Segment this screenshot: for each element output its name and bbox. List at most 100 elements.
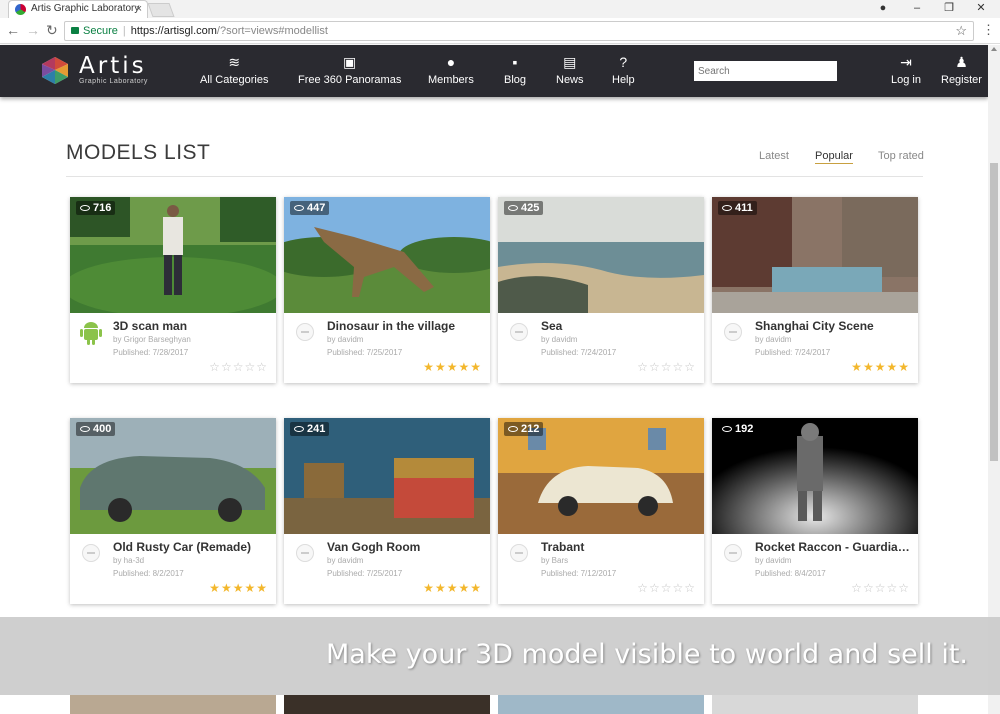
- new-tab-button[interactable]: [147, 3, 175, 17]
- star-icon[interactable]: ☆: [221, 360, 233, 374]
- nav-news[interactable]: ▤ News: [556, 53, 584, 86]
- star-icon[interactable]: ★: [470, 360, 482, 374]
- model-card[interactable]: 411 Shanghai City Scene by davidm Publis…: [712, 197, 918, 383]
- star-icon[interactable]: ☆: [233, 360, 245, 374]
- model-thumbnail[interactable]: 400: [70, 418, 276, 534]
- search-input[interactable]: [694, 61, 837, 81]
- star-icon[interactable]: ☆: [649, 581, 661, 595]
- star-icon[interactable]: ☆: [672, 581, 684, 595]
- register-button[interactable]: ♟ Register: [941, 53, 982, 86]
- model-thumbnail[interactable]: 447: [284, 197, 490, 313]
- profile-icon[interactable]: ●: [866, 0, 900, 16]
- star-icon[interactable]: ★: [470, 581, 482, 595]
- star-icon[interactable]: ☆: [637, 360, 649, 374]
- star-icon[interactable]: ☆: [851, 581, 863, 595]
- rating-stars[interactable]: ★★★★★: [423, 581, 482, 595]
- star-icon[interactable]: ☆: [256, 360, 268, 374]
- nav-all-categories[interactable]: ≋ All Categories: [200, 53, 268, 86]
- model-card[interactable]: 716 3D scan man by Grigor Barseghyan Pub…: [70, 197, 276, 383]
- model-title[interactable]: Sea: [541, 319, 699, 333]
- model-thumbnail[interactable]: 241: [284, 418, 490, 534]
- model-thumbnail[interactable]: 192: [712, 418, 918, 534]
- model-author[interactable]: by ha-3d: [113, 556, 144, 565]
- model-card[interactable]: 192 Rocket Raccon - Guardians of the Gal…: [712, 418, 918, 604]
- rating-stars[interactable]: ☆☆☆☆☆: [209, 360, 268, 374]
- browser-menu-icon[interactable]: ⋮: [982, 22, 995, 38]
- author-avatar[interactable]: [296, 323, 314, 341]
- rating-stars[interactable]: ★★★★★: [209, 581, 268, 595]
- scroll-up-icon[interactable]: [991, 47, 997, 51]
- star-icon[interactable]: ☆: [649, 360, 661, 374]
- model-title[interactable]: 3D scan man: [113, 319, 271, 333]
- star-icon[interactable]: ☆: [684, 360, 696, 374]
- model-author[interactable]: by Grigor Barseghyan: [113, 335, 191, 344]
- star-icon[interactable]: ★: [851, 360, 863, 374]
- star-icon[interactable]: ★: [863, 360, 875, 374]
- star-icon[interactable]: ★: [221, 581, 233, 595]
- author-avatar[interactable]: [510, 544, 528, 562]
- rating-stars[interactable]: ☆☆☆☆☆: [637, 581, 696, 595]
- star-icon[interactable]: ★: [423, 581, 435, 595]
- sort-latest[interactable]: Latest: [759, 150, 789, 162]
- model-author[interactable]: by davidm: [541, 335, 577, 344]
- star-icon[interactable]: ★: [233, 581, 245, 595]
- star-icon[interactable]: ☆: [672, 360, 684, 374]
- star-icon[interactable]: ☆: [875, 581, 887, 595]
- forward-icon[interactable]: →: [26, 22, 40, 38]
- model-author[interactable]: by davidm: [327, 556, 363, 565]
- star-icon[interactable]: ☆: [898, 581, 910, 595]
- star-icon[interactable]: ★: [886, 360, 898, 374]
- star-icon[interactable]: ★: [875, 360, 887, 374]
- model-title[interactable]: Van Gogh Room: [327, 540, 485, 554]
- back-icon[interactable]: ←: [6, 22, 20, 38]
- star-icon[interactable]: ★: [435, 581, 447, 595]
- model-thumbnail-partial[interactable]: [284, 695, 490, 714]
- star-icon[interactable]: ★: [435, 360, 447, 374]
- star-icon[interactable]: ☆: [863, 581, 875, 595]
- star-icon[interactable]: ★: [447, 581, 459, 595]
- restore-icon[interactable]: ❐: [932, 0, 966, 16]
- star-icon[interactable]: ★: [209, 581, 221, 595]
- star-icon[interactable]: ★: [423, 360, 435, 374]
- star-icon[interactable]: ☆: [661, 360, 673, 374]
- model-title[interactable]: Rocket Raccon - Guardians of the Galaxy: [755, 540, 913, 554]
- model-thumbnail[interactable]: 425: [498, 197, 704, 313]
- model-thumbnail[interactable]: 716: [70, 197, 276, 313]
- model-card[interactable]: 241 Van Gogh Room by davidm Published: 7…: [284, 418, 490, 604]
- star-icon[interactable]: ☆: [684, 581, 696, 595]
- author-avatar[interactable]: [82, 544, 100, 562]
- star-icon[interactable]: ☆: [244, 360, 256, 374]
- model-title[interactable]: Trabant: [541, 540, 699, 554]
- model-thumbnail[interactable]: 411: [712, 197, 918, 313]
- model-card[interactable]: 447 Dinosaur in the village by davidm Pu…: [284, 197, 490, 383]
- model-author[interactable]: by Bars: [541, 556, 568, 565]
- logo-title[interactable]: Artis: [79, 53, 147, 79]
- model-author[interactable]: by davidm: [755, 335, 791, 344]
- star-icon[interactable]: ★: [447, 360, 459, 374]
- star-icon[interactable]: ★: [256, 581, 268, 595]
- model-card[interactable]: 425 Sea by davidm Published: 7/24/2017 ☆…: [498, 197, 704, 383]
- scrollbar-thumb[interactable]: [990, 163, 998, 461]
- rating-stars[interactable]: ★★★★★: [851, 360, 910, 374]
- model-title[interactable]: Old Rusty Car (Remade): [113, 540, 271, 554]
- star-icon[interactable]: ★: [458, 581, 470, 595]
- sort-popular[interactable]: Popular: [815, 150, 853, 164]
- author-avatar[interactable]: [296, 544, 314, 562]
- rating-stars[interactable]: ☆☆☆☆☆: [851, 581, 910, 595]
- model-thumbnail[interactable]: 212: [498, 418, 704, 534]
- star-icon[interactable]: ☆: [661, 581, 673, 595]
- model-thumbnail-partial[interactable]: [712, 695, 918, 714]
- artis-logo-icon[interactable]: [40, 55, 70, 85]
- star-icon[interactable]: ☆: [209, 360, 221, 374]
- author-avatar[interactable]: [510, 323, 528, 341]
- sort-top-rated[interactable]: Top rated: [878, 150, 924, 162]
- model-title[interactable]: Shanghai City Scene: [755, 319, 913, 333]
- model-thumbnail-partial[interactable]: [498, 695, 704, 714]
- window-close-icon[interactable]: ✕: [964, 0, 998, 16]
- address-bar[interactable]: Secure | https://artisgl.com/?sort=views#m…: [64, 21, 974, 41]
- star-icon[interactable]: ★: [458, 360, 470, 374]
- nav-blog[interactable]: ▪ Blog: [504, 53, 526, 86]
- nav-members[interactable]: ● Members: [428, 53, 474, 86]
- page-scrollbar[interactable]: [988, 45, 1000, 714]
- model-thumbnail-partial[interactable]: [70, 695, 276, 714]
